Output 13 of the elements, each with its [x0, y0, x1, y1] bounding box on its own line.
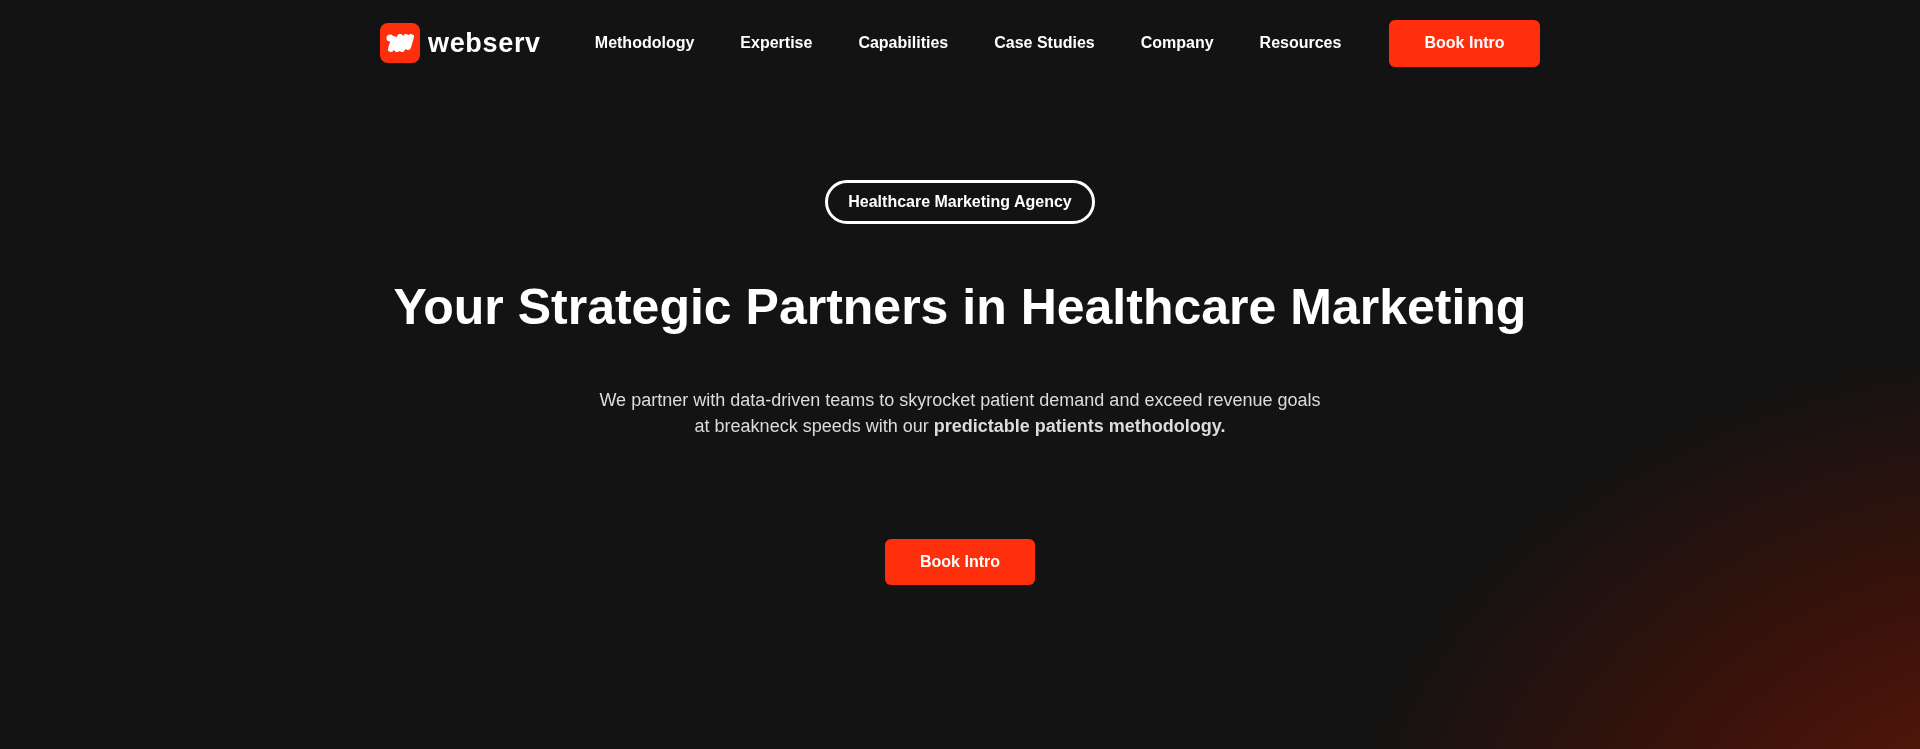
book-intro-button[interactable]: Book Intro	[885, 539, 1035, 585]
agency-badge: Healthcare Marketing Agency	[825, 180, 1095, 224]
nav-link[interactable]: Company	[1140, 31, 1214, 55]
nav-link[interactable]: Case Studies	[994, 31, 1095, 55]
nav-link[interactable]: Expertise	[740, 31, 813, 55]
hero-description: We partner with data-driven teams to skyrocket patient demand and exceed revenue goals at breakneck speeds with our predictable patients methodology.	[598, 389, 1322, 438]
logo-text: webserv	[428, 26, 541, 60]
book-intro-button[interactable]: Book Intro	[1389, 19, 1540, 67]
nav-link[interactable]: Resources	[1259, 31, 1342, 55]
nav-link[interactable]: Methodology	[594, 31, 695, 55]
logo-icon	[380, 23, 420, 63]
hero-title: Your Strategic Partners in Healthcare Marketing	[393, 278, 1527, 337]
nav-link[interactable]: Capabilities	[858, 31, 949, 55]
